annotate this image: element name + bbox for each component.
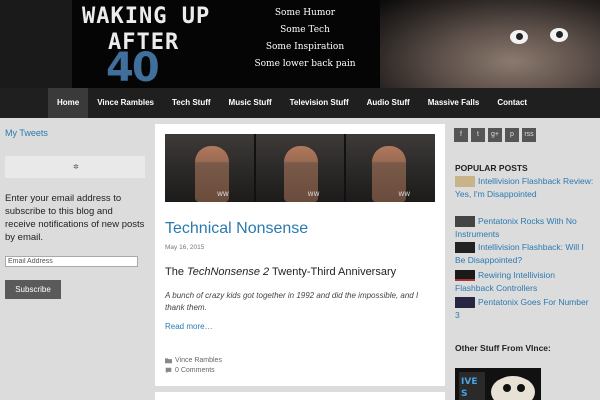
post-date[interactable]: May 16, 2015: [165, 244, 204, 251]
svg-text:S: S: [461, 389, 467, 399]
comment-icon: [165, 367, 172, 374]
post-thumbnail: [455, 270, 475, 282]
folder-icon: [165, 358, 172, 364]
comments-link[interactable]: 0 Comments: [175, 367, 215, 374]
google-plus-icon[interactable]: g+: [488, 128, 502, 142]
nav-massive-falls[interactable]: Massive Falls: [419, 88, 489, 118]
post-thumbnail: [455, 297, 475, 309]
popular-post-link[interactable]: Pentatonix Goes For Number 3: [455, 297, 589, 320]
nav-audio-stuff[interactable]: Audio Stuff: [358, 88, 419, 118]
loading-spinner-icon: ✲: [73, 163, 79, 171]
popular-post-item[interactable]: Pentatonix Goes For Number 3: [455, 296, 595, 321]
image-watermark: WW: [307, 191, 320, 198]
subscribe-description: Enter your email address to subscribe to…: [5, 193, 145, 243]
tagline-1: Some Humor: [274, 8, 336, 18]
read-more-link[interactable]: Read more…: [165, 322, 213, 331]
post-title[interactable]: Technical Nonsense: [165, 220, 308, 238]
my-tweets-title[interactable]: My Tweets: [5, 128, 48, 138]
nav-television-stuff[interactable]: Television Stuff: [281, 88, 358, 118]
logo-number: 40: [106, 45, 160, 88]
image-watermark: WW: [398, 191, 411, 198]
popular-post-item[interactable]: Intellivision Flashback: Will I Be Disap…: [455, 241, 595, 266]
image-frame-2: WW: [255, 134, 347, 202]
tagline-4: Some lower back pain: [254, 59, 356, 69]
header-face-photo: [380, 0, 600, 88]
post-thumbnail: [455, 176, 475, 188]
image-watermark: WW: [217, 191, 229, 198]
image-frame-3: WW: [346, 134, 435, 202]
main-nav: Home Vince Rambles Tech Stuff Music Stuf…: [0, 88, 600, 118]
rss-icon[interactable]: rss: [522, 128, 536, 142]
email-input[interactable]: [5, 256, 138, 267]
nav-tech-stuff[interactable]: Tech Stuff: [163, 88, 220, 118]
tweets-widget: ✲: [5, 156, 145, 178]
nav-music-stuff[interactable]: Music Stuff: [220, 88, 281, 118]
nav-home[interactable]: Home: [48, 88, 89, 118]
post-comments: 0 Comments: [165, 367, 215, 374]
subscribe-button[interactable]: Subscribe: [5, 280, 61, 299]
nav-contact[interactable]: Contact: [488, 88, 536, 118]
facebook-icon[interactable]: f: [454, 128, 468, 142]
cartoon-graphic: IVE S: [455, 368, 541, 400]
nav-vince-rambles[interactable]: Vince Rambles: [88, 88, 163, 118]
post-category: Vince Rambles: [165, 357, 222, 364]
post-heading-prefix: The: [165, 266, 188, 278]
post-card: WW WW WW Technical Nonsense May 16, 2015…: [155, 124, 445, 386]
popular-post-item[interactable]: Rewiring Intellivision Flashback Control…: [455, 269, 595, 294]
face-eye-right: [550, 28, 568, 42]
post-thumbnail: [455, 242, 475, 254]
other-stuff-image[interactable]: IVE S: [455, 368, 541, 400]
twitter-icon[interactable]: t: [471, 128, 485, 142]
post-thumbnail: [455, 216, 475, 228]
category-link[interactable]: Vince Rambles: [175, 357, 222, 364]
popular-post-link[interactable]: Intellivision Flashback Review: Yes, I'm…: [455, 176, 593, 199]
post-heading: The TechNonsense 2 Twenty-Third Annivers…: [165, 266, 396, 278]
post-excerpt: A bunch of crazy kids got together in 19…: [165, 291, 419, 312]
tagline-2: Some Tech: [280, 25, 330, 35]
popular-posts-title: POPULAR POSTS: [455, 163, 528, 173]
logo-line-1: WAKING UP: [82, 4, 211, 29]
svg-text:IVE: IVE: [461, 377, 477, 387]
social-icons: f t g+ p rss: [454, 128, 536, 142]
left-sidebar: My Tweets ✲ Enter your email address to …: [0, 118, 150, 400]
right-sidebar: f t g+ p rss POPULAR POSTS Intellivision…: [450, 118, 600, 400]
site-logo-banner[interactable]: WAKING UP AFTER 40 Some Humor Some Tech …: [72, 0, 600, 88]
pinterest-icon[interactable]: p: [505, 128, 519, 142]
header-banner: WAKING UP AFTER 40 Some Humor Some Tech …: [0, 0, 600, 88]
post-heading-suffix: Twenty-Third Anniversary: [269, 266, 397, 278]
other-stuff-title: Other Stuff From VInce:: [455, 343, 551, 353]
post-featured-image[interactable]: WW WW WW: [165, 134, 435, 202]
post-heading-emphasis: TechNonsense 2: [187, 266, 270, 278]
next-post-card: [155, 392, 445, 400]
popular-post-item[interactable]: Pentatonix Rocks With No Instruments: [455, 215, 595, 240]
tagline-3: Some Inspiration: [265, 42, 345, 52]
image-frame-1: WW: [165, 134, 256, 202]
face-eye-left: [510, 30, 528, 44]
popular-post-item[interactable]: Intellivision Flashback Review: Yes, I'm…: [455, 175, 595, 200]
